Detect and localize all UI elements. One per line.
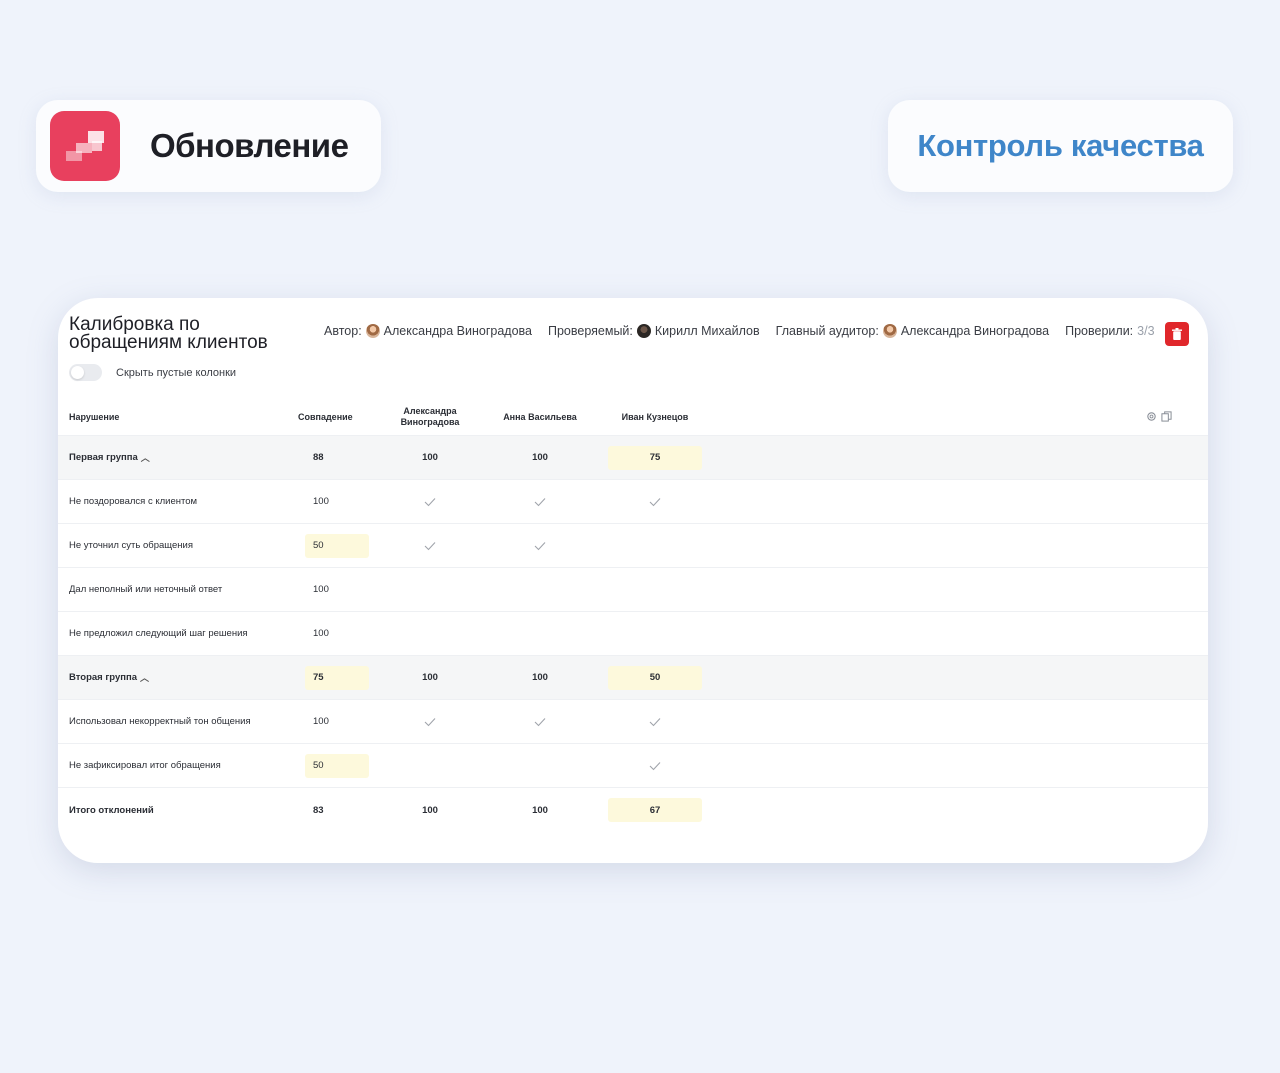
check-icon: [390, 700, 470, 743]
total-auditor-3-value: 67: [608, 788, 702, 832]
match-value-highlight: 75: [305, 665, 369, 690]
update-badge: Обновление: [36, 100, 381, 192]
checked-label: Проверили:: [1065, 324, 1134, 338]
copy-icon[interactable]: [1161, 411, 1172, 422]
author-info: Автор: Александра Виноградова: [324, 324, 532, 338]
match-value: 88: [313, 452, 324, 463]
reviewee-avatar: [636, 324, 651, 338]
column-match: Совпадение: [298, 411, 353, 422]
table-total-row: Итого отклонений 83 100 100 67: [58, 788, 1208, 832]
table-row: Не зафиксировал итог обращения 50: [58, 744, 1208, 788]
column-auditor-1-line1: Александра: [403, 405, 457, 416]
reviewee-info: Проверяемый: Кирилл Михайлов: [548, 324, 760, 338]
gear-icon[interactable]: [1146, 411, 1157, 422]
match-value: 100: [313, 496, 329, 507]
violation-name: Использовал некорректный тон общения: [69, 716, 251, 727]
author-label: Автор:: [324, 324, 362, 338]
total-auditor-1-value: 100: [422, 804, 438, 816]
auditor-2-value: 100: [532, 672, 548, 683]
check-icon: [608, 480, 702, 523]
total-match-value: 83: [313, 804, 324, 816]
group-name: Первая группа ︿: [69, 436, 289, 479]
quality-control-badge: Контроль качества: [888, 100, 1233, 192]
table-row: Не предложил следующий шаг решения 100: [58, 612, 1208, 656]
table-row: Не поздоровался с клиентом 100: [58, 480, 1208, 524]
group-name: Вторая группа ︿: [69, 656, 289, 699]
quality-control-title: Контроль качества: [917, 128, 1204, 163]
violation-name: Дал неполный или неточный ответ: [69, 584, 223, 595]
check-icon: [500, 700, 580, 743]
table-row-group[interactable]: Первая группа ︿ 88 100 100 75: [58, 436, 1208, 480]
violation-name: Не зафиксировал итог обращения: [69, 760, 221, 771]
auditor-3-value: 50: [608, 656, 702, 699]
auditor-3-value-highlight: 50: [608, 665, 702, 690]
chief-auditor-avatar: [882, 324, 897, 338]
chief-auditor-info: Главный аудитор: Александра Виноградова: [775, 324, 1049, 338]
trash-icon: [1172, 328, 1182, 340]
column-violation: Нарушение: [69, 411, 120, 422]
auditor-3-value: 75: [608, 436, 702, 479]
app-logo-icon: [50, 111, 120, 181]
check-icon: [608, 700, 702, 743]
column-auditor-1-line2: Виноградова: [400, 416, 460, 427]
panel-header: Калибровка по обращениям клиентов Автор:…: [69, 315, 1208, 406]
table-row: Использовал некорректный тон общения 100: [58, 700, 1208, 744]
hide-empty-columns-row: Скрыть пустые колонки: [69, 364, 236, 381]
column-auditor-3: Иван Кузнецов: [621, 411, 689, 422]
check-icon: [500, 480, 580, 523]
delete-button[interactable]: [1165, 322, 1189, 346]
checked-info: Проверили: 3/3: [1065, 324, 1154, 338]
update-title: Обновление: [150, 127, 349, 164]
check-icon: [608, 744, 702, 787]
total-auditor-2-value: 100: [532, 804, 548, 816]
match-value: 75: [305, 656, 369, 699]
violation-name: Не уточнил суть обращения: [69, 540, 193, 551]
auditor-1-value: 100: [422, 672, 438, 683]
author-avatar: [365, 324, 380, 338]
column-auditor-1: Александра Виноградова: [390, 398, 470, 435]
calibration-meta: Автор: Александра Виноградова Проверяемы…: [324, 324, 1171, 338]
match-value: 100: [313, 716, 329, 727]
match-value-highlight: 50: [305, 753, 369, 778]
group-name-text: Первая группа: [69, 452, 138, 463]
table-tools: [1146, 398, 1172, 435]
page-title: Калибровка по обращениям клиентов: [69, 315, 299, 353]
hide-empty-columns-label: Скрыть пустые колонки: [116, 366, 237, 379]
match-value: 50: [305, 524, 369, 567]
total-auditor-3-value-highlight: 67: [608, 798, 702, 822]
violation-name: Не предложил следующий шаг решения: [69, 628, 248, 639]
check-icon: [390, 480, 470, 523]
calibration-table: Нарушение Совпадение Александра Виноград…: [58, 398, 1208, 832]
column-auditor-2: Анна Васильева: [503, 411, 577, 422]
table-header-row: Нарушение Совпадение Александра Виноград…: [58, 398, 1208, 436]
table-row-group[interactable]: Вторая группа ︿ 75 100 100 50: [58, 656, 1208, 700]
chevron-up-icon[interactable]: ︿: [140, 671, 149, 684]
match-value: 100: [313, 628, 329, 639]
auditor-1-value: 100: [422, 452, 438, 463]
auditor-2-value: 100: [532, 452, 548, 463]
reviewee-name[interactable]: Кирилл Михайлов: [655, 324, 760, 338]
author-name[interactable]: Александра Виноградова: [384, 324, 532, 338]
group-name-text: Вторая группа: [69, 672, 138, 683]
hide-empty-columns-toggle[interactable]: [69, 364, 102, 381]
chevron-up-icon[interactable]: ︿: [141, 451, 150, 464]
checked-value: 3/3: [1137, 324, 1155, 338]
page-title-line2: обращениям клиентов: [69, 332, 268, 353]
table-row: Не уточнил суть обращения 50: [58, 524, 1208, 568]
total-label: Итого отклонений: [69, 804, 154, 816]
match-value: 100: [313, 584, 329, 595]
check-icon: [390, 524, 470, 567]
match-value: 50: [305, 744, 369, 787]
violation-name: Не поздоровался с клиентом: [69, 496, 198, 507]
match-value-highlight: 50: [305, 533, 369, 558]
reviewee-label: Проверяемый:: [547, 324, 633, 338]
calibration-panel: Калибровка по обращениям клиентов Автор:…: [58, 298, 1208, 863]
auditor-3-value-highlight: 75: [608, 445, 702, 470]
table-row: Дал неполный или неточный ответ 100: [58, 568, 1208, 612]
chief-auditor-name[interactable]: Александра Виноградова: [901, 324, 1049, 338]
check-icon: [500, 524, 580, 567]
chief-auditor-label: Главный аудитор:: [775, 324, 879, 338]
